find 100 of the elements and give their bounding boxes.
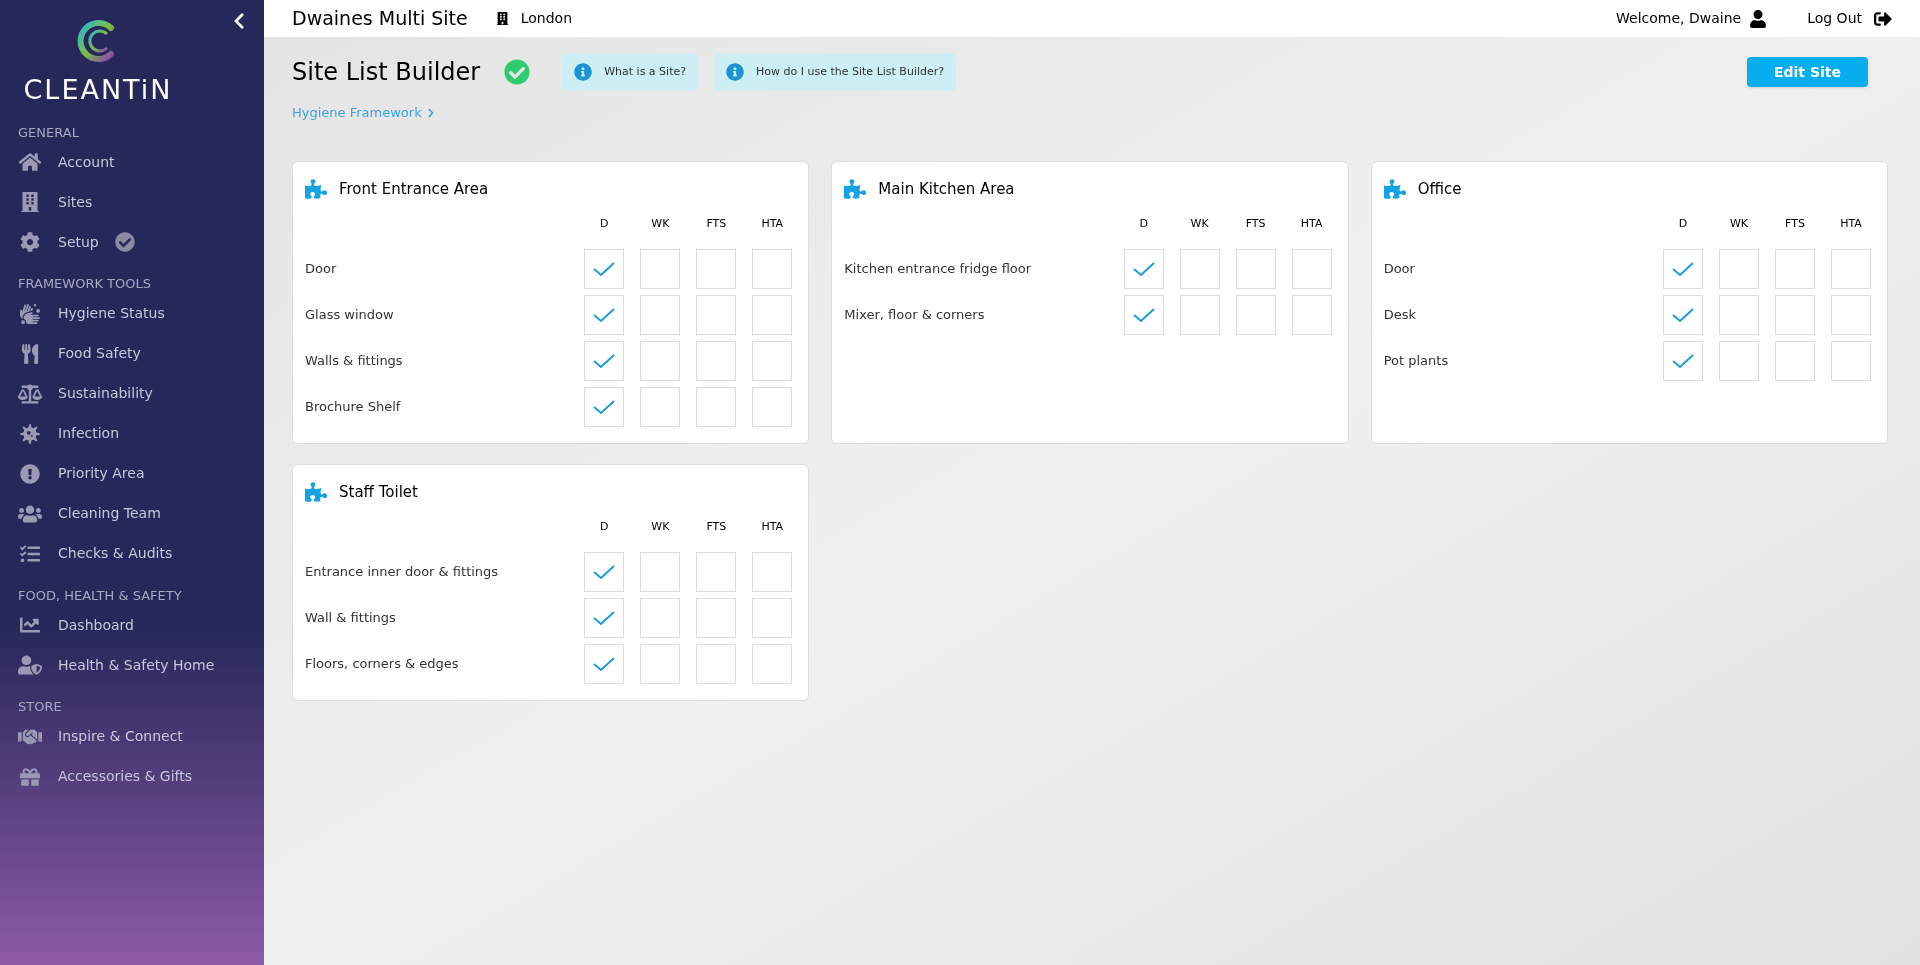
checkmark-icon [1132, 306, 1155, 323]
checkbox[interactable] [584, 386, 625, 427]
checkbox[interactable] [696, 643, 737, 684]
checkbox[interactable] [1831, 248, 1871, 289]
checkbox[interactable] [752, 294, 793, 335]
column-heading: WK [1728, 216, 1750, 232]
checkbox[interactable] [1291, 294, 1332, 335]
item-label: Mixer, floor & corners [844, 305, 985, 324]
checkbox[interactable] [584, 248, 625, 289]
user-icon[interactable] [1749, 9, 1768, 28]
nav-item[interactable]: Account [18, 142, 246, 182]
checkbox[interactable] [1179, 248, 1220, 289]
checkbox[interactable] [696, 386, 737, 427]
checkbox[interactable] [1663, 294, 1703, 335]
checkbox[interactable] [1235, 248, 1276, 289]
checkbox[interactable] [696, 294, 737, 335]
checkbox[interactable] [584, 643, 625, 684]
user-shield-icon [18, 655, 42, 675]
checkbox[interactable] [696, 597, 737, 638]
checkbox[interactable] [584, 597, 625, 638]
section-heading: GENERAL [18, 123, 80, 142]
checkbox[interactable] [696, 551, 737, 592]
checkbox[interactable] [584, 340, 625, 381]
nav-item[interactable]: Health & Safety Home [18, 645, 246, 685]
logo-text: CLEANTiN [23, 73, 173, 107]
checkmark-icon [1672, 352, 1694, 369]
nav-item[interactable]: Inspire & Connect [18, 716, 246, 757]
virus-icon [18, 423, 42, 444]
nav-item[interactable]: Sites [18, 182, 246, 222]
column-heading: HTA [760, 216, 785, 232]
checkbox[interactable] [696, 248, 737, 289]
checkbox[interactable] [1719, 340, 1759, 381]
checkbox[interactable] [1123, 248, 1164, 289]
checkbox[interactable] [584, 551, 625, 592]
column-heading: HTA [1839, 216, 1863, 232]
checkbox[interactable] [1179, 294, 1220, 335]
gift-icon [18, 766, 42, 787]
checkbox[interactable] [584, 294, 625, 335]
nav-item[interactable]: Hygiene Status [18, 293, 246, 334]
logout-link[interactable]: Log Out [1807, 8, 1862, 29]
item-label: Wall & fittings [305, 608, 396, 627]
checkbox[interactable] [752, 340, 793, 381]
checkbox[interactable] [1775, 294, 1815, 335]
column-heading: FTS [1244, 216, 1267, 232]
checkbox[interactable] [640, 248, 681, 289]
checkbox[interactable] [1663, 340, 1703, 381]
nav-item[interactable]: Food Safety [18, 333, 246, 374]
page-title: Site List Builder [292, 57, 481, 88]
checkmark-icon [593, 609, 616, 626]
checkbox[interactable] [640, 551, 681, 592]
nav-item[interactable]: Setup [18, 222, 246, 262]
checkbox[interactable] [640, 386, 681, 427]
checkmark-icon [593, 352, 616, 369]
area-title: Office [1417, 178, 1462, 200]
nav-item[interactable]: Cleaning Team [18, 493, 246, 534]
checkbox[interactable] [752, 597, 793, 638]
column-heading: FTS [705, 216, 728, 232]
nav-item[interactable]: Dashboard [18, 605, 246, 645]
checkbox[interactable] [752, 643, 793, 684]
checkbox[interactable] [752, 551, 793, 592]
checkmark-icon [593, 306, 616, 323]
nav-item[interactable]: Sustainability [18, 373, 246, 414]
column-heading: FTS [1784, 216, 1806, 232]
nav-item[interactable]: Infection [18, 413, 246, 454]
team-icon [18, 503, 42, 524]
checkbox[interactable] [640, 340, 681, 381]
checkbox[interactable] [1235, 294, 1276, 335]
checkmark-icon [593, 260, 616, 277]
scales-icon [18, 383, 42, 404]
checkbox[interactable] [1831, 340, 1871, 381]
chevron-right-icon [425, 107, 436, 118]
checkbox[interactable] [752, 386, 793, 427]
checkbox[interactable] [752, 248, 793, 289]
area-title: Staff Toilet [339, 481, 418, 503]
home-icon [18, 152, 42, 172]
building-icon [495, 12, 509, 25]
nav-item[interactable]: Accessories & Gifts [18, 756, 246, 797]
checkbox[interactable] [640, 294, 681, 335]
puzzle-icon [844, 177, 867, 200]
info-icon [574, 63, 593, 81]
checkbox[interactable] [1719, 294, 1759, 335]
section-heading: STORE [18, 698, 63, 716]
puzzle-icon [1383, 177, 1406, 200]
checkbox[interactable] [1775, 248, 1815, 289]
checkbox[interactable] [1831, 294, 1871, 335]
help-button[interactable]: What is a Site? [562, 53, 699, 91]
item-label: Pot plants [1383, 351, 1449, 370]
checkbox[interactable] [640, 643, 681, 684]
chart-icon [18, 615, 42, 635]
checkbox[interactable] [1291, 248, 1332, 289]
logout-icon[interactable] [1874, 9, 1892, 28]
checkbox[interactable] [640, 597, 681, 638]
nav-item[interactable]: Checks & Audits [18, 533, 246, 574]
checkbox[interactable] [1719, 248, 1759, 289]
checkbox[interactable] [1663, 248, 1703, 289]
checkbox[interactable] [696, 340, 737, 381]
help-button[interactable]: How do I use the Site List Builder? [714, 53, 957, 91]
checkbox[interactable] [1123, 294, 1164, 335]
nav-item[interactable]: Priority Area [18, 453, 246, 494]
checkbox[interactable] [1775, 340, 1815, 381]
